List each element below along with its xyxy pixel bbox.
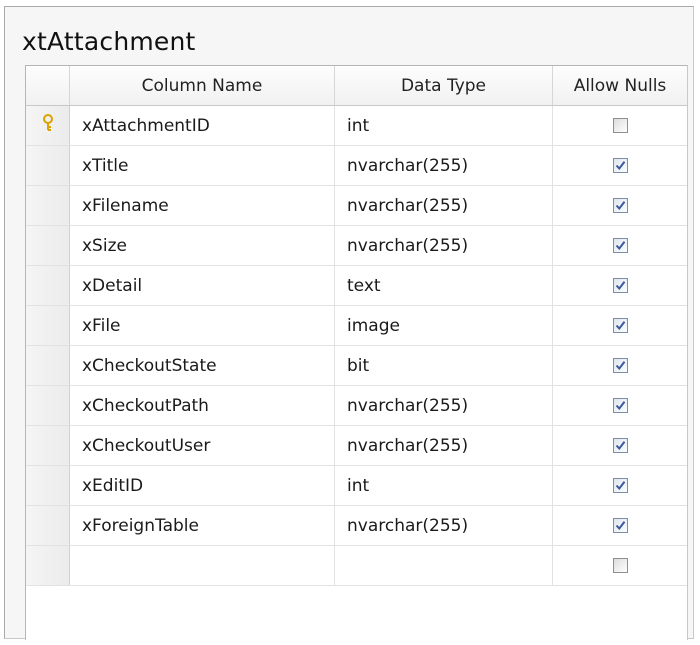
key-icon [42, 114, 54, 137]
table-row: xCheckoutPath nvarchar(255) [26, 386, 687, 426]
column-name-cell[interactable] [70, 546, 335, 585]
data-type-cell[interactable]: nvarchar(255) [335, 426, 553, 465]
column-name-cell[interactable]: xCheckoutUser [70, 426, 335, 465]
table-row: xFile image [26, 306, 687, 346]
allow-nulls-cell [553, 106, 687, 145]
allow-nulls-checkbox-checked[interactable] [612, 198, 628, 213]
column-name-cell[interactable]: xTitle [70, 146, 335, 185]
allow-nulls-checkbox-checked[interactable] [612, 398, 628, 413]
row-selector[interactable] [26, 386, 70, 425]
table-designer-panel: xtAttachment Column Name Data Type Allow… [4, 6, 694, 641]
header-column-name[interactable]: Column Name [70, 66, 335, 105]
column-name-cell[interactable]: xFilename [70, 186, 335, 225]
allow-nulls-cell [553, 386, 687, 425]
header-allow-nulls[interactable]: Allow Nulls [553, 66, 687, 105]
column-name-cell[interactable]: xEditID [70, 466, 335, 505]
row-selector[interactable] [26, 146, 70, 185]
row-selector[interactable] [26, 266, 70, 305]
row-selector[interactable] [26, 186, 70, 225]
row-selector[interactable] [26, 426, 70, 465]
data-type-cell[interactable]: nvarchar(255) [335, 386, 553, 425]
allow-nulls-cell [553, 426, 687, 465]
table-row: xSize nvarchar(255) [26, 226, 687, 266]
column-grid: Column Name Data Type Allow Nulls xAttac… [25, 65, 688, 641]
row-selector[interactable] [26, 346, 70, 385]
allow-nulls-cell [553, 146, 687, 185]
header-data-type[interactable]: Data Type [335, 66, 553, 105]
allow-nulls-checkbox-checked[interactable] [612, 438, 628, 453]
data-type-cell[interactable]: int [335, 106, 553, 145]
table-row: xForeignTable nvarchar(255) [26, 506, 687, 546]
data-type-cell[interactable] [335, 546, 553, 585]
table-row: xCheckoutState bit [26, 346, 687, 386]
data-type-cell[interactable]: text [335, 266, 553, 305]
allow-nulls-cell [553, 466, 687, 505]
table-title: xtAttachment [22, 27, 196, 56]
column-name-cell[interactable]: xCheckoutPath [70, 386, 335, 425]
data-type-cell[interactable]: nvarchar(255) [335, 226, 553, 265]
allow-nulls-checkbox-checked[interactable] [612, 518, 628, 533]
table-row: xTitle nvarchar(255) [26, 146, 687, 186]
table-row: xCheckoutUser nvarchar(255) [26, 426, 687, 466]
header-row-selector[interactable] [26, 66, 70, 105]
column-name-cell[interactable]: xAttachmentID [70, 106, 335, 145]
table-row: xAttachmentID int [26, 106, 687, 146]
column-name-cell[interactable]: xDetail [70, 266, 335, 305]
row-selector[interactable] [26, 546, 70, 585]
row-selector[interactable] [26, 466, 70, 505]
allow-nulls-cell [553, 306, 687, 345]
data-type-cell[interactable]: nvarchar(255) [335, 506, 553, 545]
row-selector[interactable] [26, 106, 70, 145]
row-selector[interactable] [26, 226, 70, 265]
allow-nulls-checkbox-checked[interactable] [612, 318, 628, 333]
column-name-cell[interactable]: xFile [70, 306, 335, 345]
row-selector[interactable] [26, 506, 70, 545]
data-type-cell[interactable]: bit [335, 346, 553, 385]
table-row-new [26, 546, 687, 586]
table-row: xFilename nvarchar(255) [26, 186, 687, 226]
column-name-cell[interactable]: xForeignTable [70, 506, 335, 545]
row-selector[interactable] [26, 306, 70, 345]
allow-nulls-cell [553, 226, 687, 265]
grid-header-row: Column Name Data Type Allow Nulls [26, 66, 687, 106]
grid-empty-area [26, 586, 687, 641]
allow-nulls-checkbox[interactable] [612, 118, 628, 133]
allow-nulls-checkbox[interactable] [612, 558, 628, 573]
allow-nulls-cell [553, 346, 687, 385]
data-type-cell[interactable]: image [335, 306, 553, 345]
data-type-cell[interactable]: int [335, 466, 553, 505]
data-type-cell[interactable]: nvarchar(255) [335, 146, 553, 185]
table-row: xDetail text [26, 266, 687, 306]
column-name-cell[interactable]: xSize [70, 226, 335, 265]
allow-nulls-cell [553, 266, 687, 305]
allow-nulls-checkbox-checked[interactable] [612, 478, 628, 493]
allow-nulls-checkbox-checked[interactable] [612, 358, 628, 373]
data-type-cell[interactable]: nvarchar(255) [335, 186, 553, 225]
allow-nulls-cell [553, 186, 687, 225]
column-name-cell[interactable]: xCheckoutState [70, 346, 335, 385]
allow-nulls-cell [553, 506, 687, 545]
allow-nulls-checkbox-checked[interactable] [612, 158, 628, 173]
table-row: xEditID int [26, 466, 687, 506]
allow-nulls-checkbox-checked[interactable] [612, 278, 628, 293]
allow-nulls-checkbox-checked[interactable] [612, 238, 628, 253]
allow-nulls-cell [553, 546, 687, 585]
